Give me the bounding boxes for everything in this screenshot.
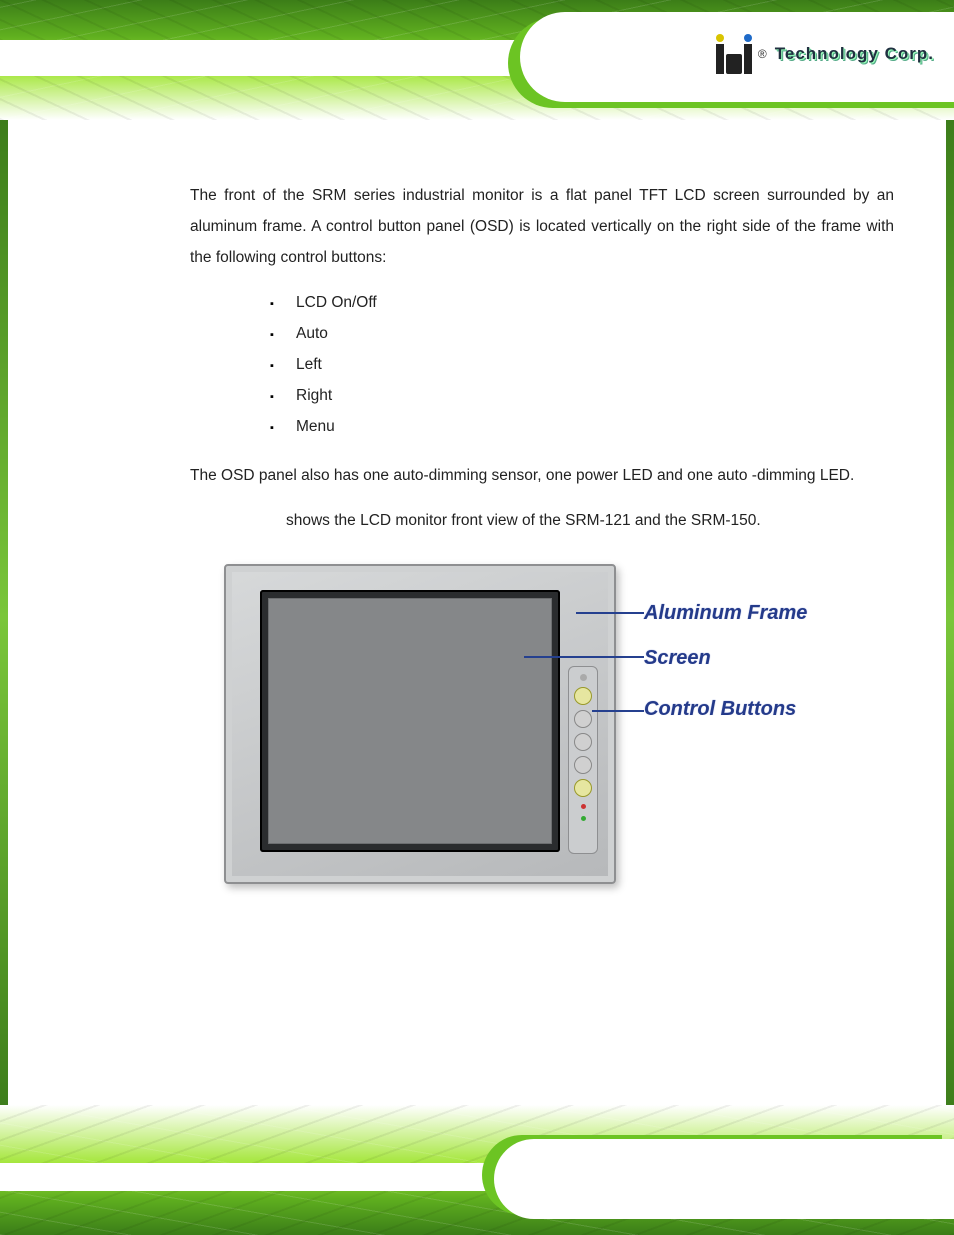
callout-leader-line [576, 612, 644, 614]
osd-power-led [581, 804, 586, 809]
osd-button [574, 733, 592, 751]
footer-swoosh-left [0, 1163, 560, 1191]
osd-sensor-led [580, 674, 587, 681]
callout-screen: Screen [644, 647, 904, 670]
iei-logo-icon [716, 34, 752, 74]
osd-button [574, 756, 592, 774]
list-item: Right [270, 380, 894, 411]
page-content: The front of the SRM series industrial m… [190, 180, 894, 556]
list-item: Menu [270, 411, 894, 442]
callout-aluminum-frame: Aluminum Frame [644, 602, 904, 625]
header-swoosh-left [0, 40, 560, 76]
control-button-list: LCD On/Off Auto Left Right Menu [270, 287, 894, 442]
monitor-figure: Aluminum Frame Screen Control Buttons [224, 564, 904, 924]
callout-leader-line [592, 710, 644, 712]
monitor-screen-frame [260, 590, 560, 852]
osd-button [574, 687, 592, 705]
osd-dimming-led [581, 816, 586, 821]
osd-panel [568, 666, 598, 854]
osd-note-paragraph: The OSD panel also has one auto-dimming … [190, 460, 894, 491]
monitor-screen [268, 598, 552, 844]
osd-button [574, 779, 592, 797]
registered-mark: ® [758, 47, 767, 61]
callout-control-buttons: Control Buttons [644, 698, 904, 721]
list-item: LCD On/Off [270, 287, 894, 318]
intro-paragraph: The front of the SRM series industrial m… [190, 180, 894, 273]
monitor-bezel [224, 564, 616, 884]
header-banner: ® Technology Corp. [0, 0, 954, 120]
osd-button [574, 710, 592, 728]
figure-callouts: Aluminum Frame Screen Control Buttons [644, 602, 904, 743]
page-edge-left [0, 0, 8, 1235]
footer-swoosh-right [494, 1139, 954, 1219]
footer-banner [0, 1105, 954, 1235]
figure-lead-in: shows the LCD monitor front view of the … [286, 505, 894, 536]
brand-logo: ® Technology Corp. [716, 34, 934, 74]
brand-text: Technology Corp. [775, 44, 934, 64]
list-item: Left [270, 349, 894, 380]
callout-leader-line [524, 656, 644, 658]
list-item: Auto [270, 318, 894, 349]
page-edge-right [946, 0, 954, 1235]
